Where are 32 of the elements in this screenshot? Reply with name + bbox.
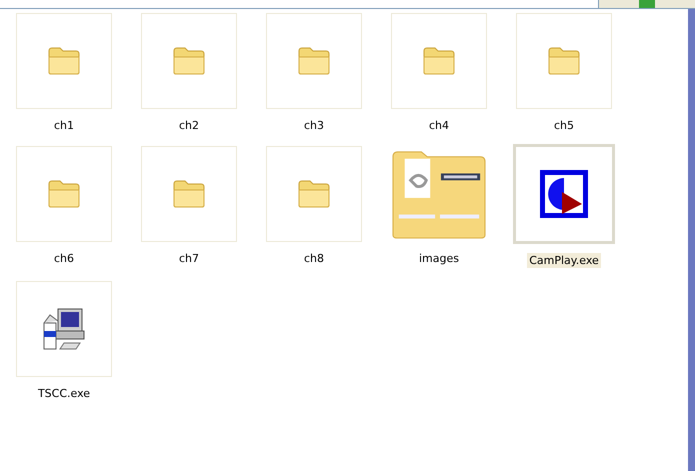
thumbnail-frame[interactable] — [16, 146, 112, 242]
file-name: ch6 — [52, 251, 76, 266]
player-logo-icon — [540, 170, 588, 218]
file-name: ch3 — [302, 118, 326, 133]
address-field[interactable] — [0, 0, 599, 8]
file-name: ch1 — [52, 118, 76, 133]
thumbnail-frame[interactable] — [266, 146, 362, 242]
folder-icon — [47, 179, 81, 209]
go-button[interactable] — [639, 0, 655, 8]
thumbnail-frame[interactable] — [391, 13, 487, 109]
folder-icon — [172, 46, 206, 76]
file-name: ch4 — [428, 118, 450, 133]
thumbnail-frame[interactable] — [516, 13, 612, 109]
file-name: ch2 — [178, 118, 200, 133]
folder-icon — [297, 179, 331, 209]
thumbnail-frame[interactable] — [141, 146, 237, 242]
thumbnail-frame[interactable] — [16, 281, 112, 377]
folder-icon — [172, 179, 206, 209]
file-name: CamPlay.exe — [527, 253, 601, 268]
thumbnail-frame[interactable] — [141, 13, 237, 109]
folder-icon — [297, 46, 331, 76]
file-name: ch7 — [178, 251, 200, 266]
file-name: ch8 — [302, 251, 326, 266]
thumbnail-frame[interactable] — [513, 144, 615, 244]
file-name: TSCC.exe — [36, 386, 92, 401]
folder-icon — [422, 46, 456, 76]
folder-icon — [47, 46, 81, 76]
thumbnail-frame[interactable] — [266, 13, 362, 109]
folder-icon — [547, 46, 581, 76]
file-name: ch5 — [552, 118, 576, 133]
thumbnail-frame[interactable] — [16, 13, 112, 109]
file-name: images — [418, 251, 460, 266]
